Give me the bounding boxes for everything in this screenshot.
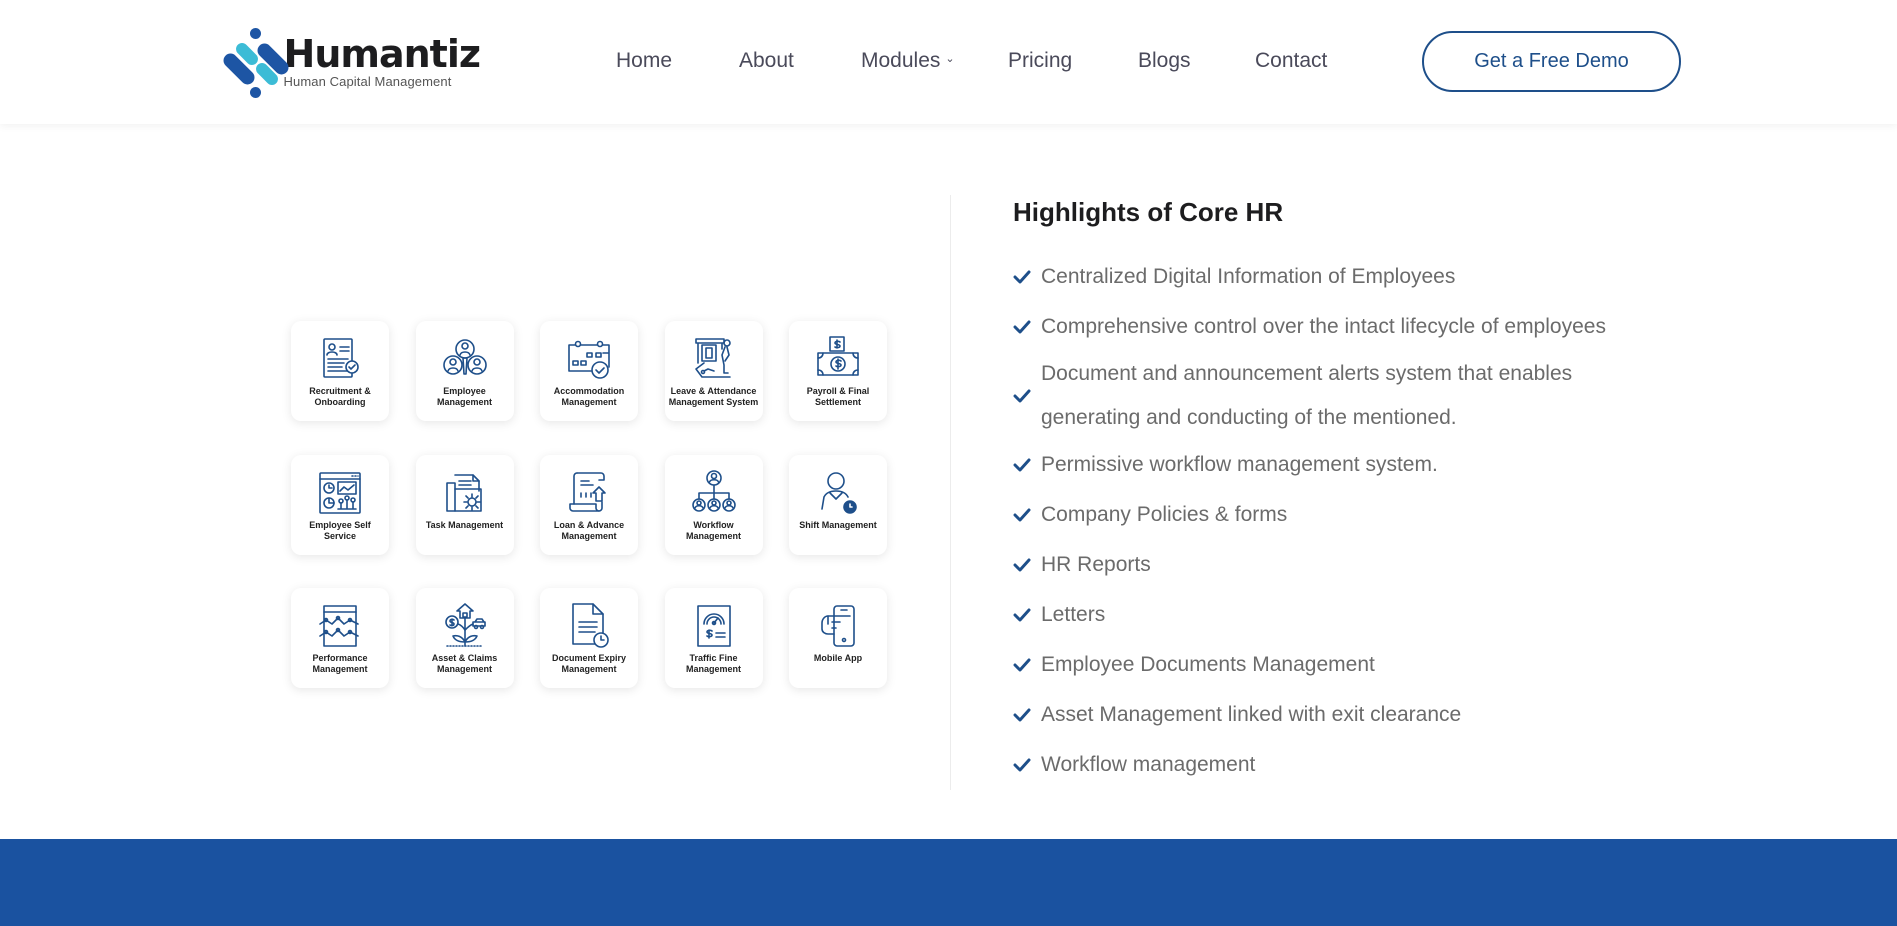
module-card[interactable]: Loan & Advance Management: [540, 454, 638, 555]
nav-about[interactable]: About: [739, 49, 861, 73]
nav-modules-label: Modules: [861, 49, 941, 72]
calendar-check-icon: [565, 335, 613, 383]
highlight-text: Employee Documents Management: [1041, 653, 1375, 676]
highlights-title: Highlights of Core HR: [1013, 197, 1284, 227]
money-bill-icon: [814, 335, 862, 383]
module-label: Asset & Claims Management: [431, 653, 498, 674]
logo-tagline: Human Capital Management: [283, 74, 452, 89]
highlight-item: Letters: [1013, 590, 1693, 640]
highlight-text: Centralized Digital Information of Emplo…: [1041, 265, 1456, 288]
check-icon: [1013, 608, 1041, 622]
section-divider: [950, 195, 951, 790]
module-label: Task Management: [425, 519, 504, 530]
highlight-item: Permissive workflow management system.: [1013, 440, 1693, 490]
highlight-item: Comprehensive control over the intact li…: [1013, 302, 1693, 352]
resume-check-icon: [316, 335, 364, 383]
module-card[interactable]: Employee Management: [415, 321, 514, 421]
highlight-text: Asset Management linked with exit cleara…: [1041, 703, 1462, 726]
logo-name: Humantiz: [283, 32, 481, 76]
highlight-text: HR Reports: [1041, 553, 1151, 576]
highlight-item: Company Policies & forms: [1013, 490, 1693, 540]
main-nav: Home About Modules ⌄ Pricing Blogs Contac…: [616, 46, 1327, 76]
module-card[interactable]: Traffic Fine Management: [664, 588, 763, 688]
module-card[interactable]: Shift Management: [789, 454, 887, 555]
org-chart-icon: [690, 469, 738, 517]
module-label: Accommodation Management: [553, 386, 625, 407]
module-label: Employee Management: [436, 386, 492, 407]
check-icon: [1013, 320, 1041, 334]
highlight-item: Document and announcement alerts system …: [1013, 352, 1693, 440]
module-label: Leave & Attendance Management System: [668, 386, 759, 407]
site-header: Humantiz Human Capital Management Home A…: [0, 0, 1897, 124]
highlight-text: Letters: [1041, 603, 1106, 626]
check-icon: [1013, 658, 1041, 672]
highlight-text: Comprehensive control over the intact li…: [1041, 315, 1606, 338]
check-icon: [1013, 508, 1041, 522]
module-label: Shift Management: [799, 519, 877, 530]
highlight-text: Workflow management: [1041, 753, 1256, 776]
module-card[interactable]: Payroll & Final Settlement: [789, 321, 887, 421]
check-icon: [1013, 270, 1041, 284]
check-icon: [1013, 389, 1041, 403]
highlight-item: Centralized Digital Information of Emplo…: [1013, 252, 1693, 302]
module-label: Employee Self Service: [309, 519, 371, 541]
get-free-demo-button[interactable]: Get a Free Demo: [1422, 31, 1681, 92]
document-clock-icon: [565, 602, 613, 650]
module-card[interactable]: Mobile App: [789, 588, 887, 688]
module-label: Workflow Management: [685, 519, 741, 541]
module-label: Mobile App: [813, 653, 863, 663]
nav-blogs[interactable]: Blogs: [1138, 49, 1255, 73]
hand-phone-icon: [814, 602, 862, 650]
door-exit-person-icon: [690, 335, 738, 383]
module-card[interactable]: Document Expiry Management: [540, 588, 638, 688]
highlight-text: Document and announcement alerts system …: [1041, 362, 1573, 429]
highlight-text: Company Policies & forms: [1041, 503, 1288, 526]
line-graph-window-icon: [316, 602, 364, 650]
nav-home-label: Home: [616, 49, 673, 72]
nav-about-label: About: [739, 49, 794, 72]
check-icon: [1013, 758, 1041, 772]
module-label: Recruitment & Onboarding: [309, 386, 371, 407]
module-label: Performance Management: [312, 653, 368, 674]
chevron-down-icon: ⌄: [945, 52, 955, 65]
dashboard-window-icon: [316, 469, 364, 517]
nav-contact[interactable]: Contact: [1255, 49, 1327, 73]
highlight-item: HR Reports: [1013, 540, 1693, 590]
nav-pricing-label: Pricing: [1008, 49, 1073, 72]
folder-gear-icon: [441, 469, 489, 517]
logo-link[interactable]: Humantiz Human Capital Management: [220, 26, 481, 98]
nav-modules[interactable]: Modules ⌄: [861, 49, 1008, 73]
module-card[interactable]: Accommodation Management: [540, 321, 638, 421]
module-card[interactable]: Workflow Management: [664, 454, 763, 555]
nav-home[interactable]: Home: [616, 49, 739, 73]
highlight-item: Asset Management linked with exit cleara…: [1013, 690, 1693, 740]
highlight-text: Permissive workflow management system.: [1041, 453, 1438, 476]
highlight-item: Employee Documents Management: [1013, 640, 1693, 690]
module-card[interactable]: Asset & Claims Management: [415, 588, 514, 688]
highlights-list: Centralized Digital Information of Emplo…: [1013, 252, 1693, 790]
module-card[interactable]: Performance Management: [291, 588, 389, 688]
module-label: Document Expiry Management: [551, 653, 627, 674]
team-people-icon: [441, 335, 489, 383]
module-label: Loan & Advance Management: [553, 519, 625, 541]
nav-blogs-label: Blogs: [1138, 49, 1191, 72]
check-icon: [1013, 708, 1041, 722]
module-label: Traffic Fine Management: [685, 653, 741, 674]
nav-pricing[interactable]: Pricing: [1008, 49, 1138, 73]
person-clock-icon: [814, 469, 862, 517]
asset-plant-icon: [441, 602, 489, 650]
module-label: Payroll & Final Settlement: [806, 386, 870, 407]
module-card[interactable]: Task Management: [415, 454, 514, 555]
receipt-house-icon: [565, 469, 613, 517]
highlight-item: Workflow management: [1013, 740, 1693, 790]
humantiz-logo-icon: [220, 26, 292, 98]
module-card[interactable]: Leave & Attendance Management System: [664, 321, 763, 421]
check-icon: [1013, 458, 1041, 472]
module-card[interactable]: Recruitment & Onboarding: [291, 321, 389, 421]
check-icon: [1013, 558, 1041, 572]
footer-band: [0, 839, 1897, 926]
module-card[interactable]: Employee Self Service: [291, 454, 389, 555]
nav-contact-label: Contact: [1255, 49, 1328, 72]
speedometer-fine-icon: [690, 602, 738, 650]
